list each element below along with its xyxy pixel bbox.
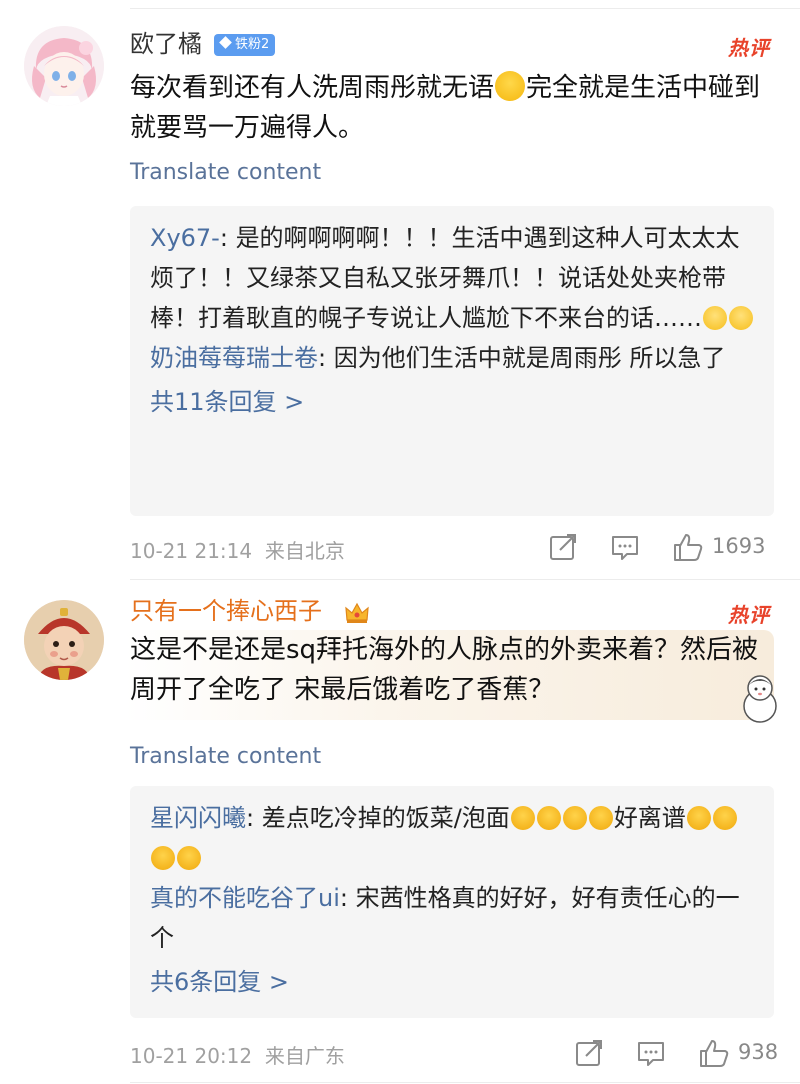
- comment-meta: 10-21 21:14 来自北京: [130, 535, 345, 564]
- smirk-emoji: [495, 71, 526, 101]
- reply-username[interactable]: 星闪闪曦: [150, 804, 246, 832]
- comment-icon[interactable]: [610, 532, 640, 566]
- reply-item[interactable]: 真的不能吃谷了ui: 宋茜性格真的好好，好有责任心的一个: [150, 878, 754, 958]
- reply-box: Xy67-: 是的啊啊啊啊！！！生活中遇到这种人可太太太烦了！！又绿茶又自私又张…: [130, 206, 774, 516]
- comment-text: 这是不是还是sq拜托海外的人脉点的外卖来着？然后被周开了全吃了 宋最后饿着吃了香…: [130, 635, 759, 705]
- hot-comment-tag: 热评: [728, 603, 770, 627]
- angry-emoji: [177, 846, 201, 870]
- diamond-icon: [219, 36, 232, 49]
- like-count: 938: [738, 1040, 779, 1064]
- more-replies-link[interactable]: 共6条回复 >: [150, 962, 754, 1002]
- avatar[interactable]: [24, 26, 104, 106]
- angry-emoji: [712, 806, 737, 830]
- angry-emoji: [536, 806, 561, 830]
- cry-emoji: [729, 306, 753, 330]
- fan-badge[interactable]: 铁粉2: [214, 34, 276, 56]
- divider: [130, 1082, 800, 1083]
- username[interactable]: 欧了橘: [130, 28, 202, 60]
- location: 来自北京: [264, 539, 345, 563]
- reply-username[interactable]: Xy67-: [150, 224, 220, 252]
- repost-icon[interactable]: [548, 532, 578, 566]
- repost-icon[interactable]: [574, 1038, 604, 1072]
- translate-link[interactable]: Translate content: [130, 160, 321, 185]
- avatar[interactable]: [24, 600, 104, 680]
- like-count: 1693: [712, 534, 766, 558]
- reply-username[interactable]: 奶油莓莓瑞士卷: [150, 344, 318, 372]
- comment-icon[interactable]: [636, 1038, 666, 1072]
- translate-link[interactable]: Translate content: [130, 744, 321, 769]
- angry-emoji: [151, 846, 175, 870]
- reply-item[interactable]: 星闪闪曦: 差点吃冷掉的饭菜/泡面 好离谱: [150, 798, 754, 878]
- location: 来自广东: [264, 1044, 345, 1068]
- username[interactable]: 只有一个捧心西子: [130, 595, 322, 627]
- cry-emoji: [703, 306, 727, 330]
- more-replies-link[interactable]: 共11条回复 >: [150, 382, 754, 422]
- reply-item[interactable]: Xy67-: 是的啊啊啊啊！！！生活中遇到这种人可太太太烦了！！又绿茶又自私又张…: [150, 218, 754, 338]
- angry-emoji: [510, 806, 535, 830]
- angry-emoji: [686, 806, 711, 830]
- hot-comment-tag: 热评: [728, 36, 770, 60]
- like-icon[interactable]: [698, 1038, 730, 1072]
- comment-text: 每次看到还有人洗周雨彤就无语 完全就是生活中碰到就要骂一万遍得人。: [130, 71, 761, 143]
- angry-emoji: [562, 806, 587, 830]
- like-icon[interactable]: [672, 532, 704, 566]
- reply-username[interactable]: 真的不能吃谷了ui: [150, 884, 340, 912]
- timestamp: 10-21 21:14: [130, 539, 253, 563]
- action-bar: 938: [574, 1038, 778, 1068]
- comment-item: 欧了橘 铁粉2 热评 每次看到还有人洗周雨彤就无语 完全就是生活中碰到就要骂一万遍…: [0, 0, 800, 580]
- comment-item: 只有一个捧心西子 热评 这是不是还是sq拜托海外的人脉点的外卖来着？然后被周开了…: [0, 580, 800, 1084]
- comment-meta: 10-21 20:12 来自广东: [130, 1040, 345, 1069]
- card-decoration-icon: [738, 672, 782, 728]
- fan-badge-label: 铁粉2: [235, 37, 270, 52]
- action-bar: 1693: [548, 532, 774, 562]
- reply-box: 星闪闪曦: 差点吃冷掉的饭菜/泡面 好离谱 真的不能吃谷了ui: 宋茜性格真的好好…: [130, 786, 774, 1018]
- reply-item[interactable]: 奶油莓莓瑞士卷: 因为他们生活中就是周雨彤 所以急了: [150, 338, 754, 378]
- angry-emoji: [588, 806, 613, 830]
- timestamp: 10-21 20:12: [130, 1044, 253, 1068]
- crown-icon: [344, 600, 370, 630]
